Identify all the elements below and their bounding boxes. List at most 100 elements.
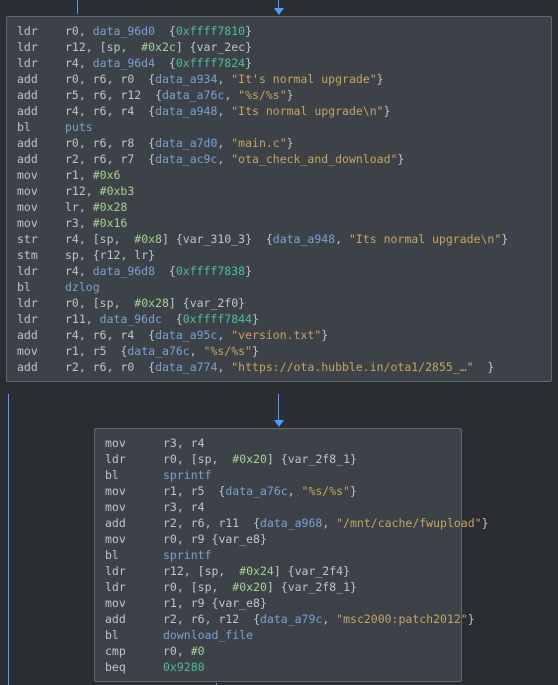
disasm-line[interactable]: blputs	[17, 119, 541, 135]
op-addr[interactable]: 0xffff7844	[183, 312, 252, 326]
op-str: "version.txt"	[231, 328, 321, 342]
disasm-line[interactable]: addr4, r6, r4 {data_a948, "Its normal up…	[17, 103, 541, 119]
op-reg: r4	[65, 328, 79, 342]
op-data[interactable]: data_a76c	[127, 344, 189, 358]
disasm-block-1[interactable]: ldrr0, data_96d0 {0xffff7810}ldrr12, [sp…	[6, 16, 552, 382]
op-data[interactable]: data_96d0	[93, 24, 155, 38]
disasm-line[interactable]: addr2, r6, r11 {data_a968, "/mnt/cache/f…	[105, 515, 451, 531]
op-call[interactable]: dzlog	[65, 280, 100, 294]
op-data[interactable]: data_a95c	[155, 328, 217, 342]
disasm-line[interactable]: movr3, r4	[105, 435, 451, 451]
disasm-line[interactable]: addr0, r6, r8 {data_a7d0, "main.c"}	[17, 135, 541, 151]
disasm-line[interactable]: strr4, [sp, #0x8] {var_310_3} {data_a948…	[17, 231, 541, 247]
disasm-line[interactable]: movr12, #0xb3	[17, 183, 541, 199]
disasm-line[interactable]: addr2, r6, r0 {data_a774, "https://ota.h…	[17, 359, 541, 375]
op-punc: }	[245, 40, 252, 54]
op-punc: ,	[107, 88, 121, 102]
op-var[interactable]: var_2f0	[190, 296, 238, 310]
op-data[interactable]: data_a774	[155, 360, 217, 374]
disasm-line[interactable]: movr1, r5 {data_a76c, "%s/%s"}	[105, 483, 451, 499]
disasm-line[interactable]: movr0, r9 {var_e8}	[105, 531, 451, 547]
op-addr[interactable]: 0x9280	[163, 660, 205, 674]
op-punc: }	[238, 296, 245, 310]
disasm-line[interactable]: blsprintf	[105, 467, 451, 483]
op-data[interactable]: data_a79c	[260, 612, 322, 626]
op-punc: ,	[212, 580, 233, 594]
disasm-line[interactable]: addr2, r6, r7 {data_ac9c, "ota_check_and…	[17, 151, 541, 167]
disasm-line[interactable]: blsprintf	[105, 547, 451, 563]
disasm-line[interactable]: bldzlog	[17, 279, 541, 295]
op-addr[interactable]: 0xffff7824	[176, 56, 245, 70]
op-data[interactable]: data_a7d0	[155, 136, 217, 150]
op-var[interactable]: var_e8	[218, 532, 260, 546]
disasm-line[interactable]: addr5, r6, r12 {data_a76c, "%s/%s"}	[17, 87, 541, 103]
op-punc: ,	[79, 136, 93, 150]
op-call[interactable]: sprintf	[163, 468, 211, 482]
op-punc: {	[239, 612, 260, 626]
op-var[interactable]: var_2ec	[197, 40, 245, 54]
disasm-line[interactable]: cmpr0, #0	[105, 643, 451, 659]
disasm-line[interactable]: movlr, #0x28	[17, 199, 541, 215]
op-call[interactable]: download_file	[163, 628, 253, 642]
op-var[interactable]: var_e8	[218, 596, 260, 610]
op-punc: ,	[120, 248, 134, 262]
flow-edge	[77, 0, 78, 14]
disasm-line[interactable]: ldrr12, [sp, #0x2c] {var_2ec}	[17, 39, 541, 55]
op-data[interactable]: data_ac9c	[155, 152, 217, 166]
disasm-line[interactable]: ldrr0, data_96d0 {0xffff7810}	[17, 23, 541, 39]
op-str: "main.c"	[231, 136, 286, 150]
disasm-line[interactable]: movr3, #0x16	[17, 215, 541, 231]
mnemonic: mov	[105, 531, 163, 547]
disasm-block-2[interactable]: movr3, r4ldrr0, [sp, #0x20] {var_2f8_1}b…	[94, 428, 462, 682]
op-punc: ,	[217, 152, 231, 166]
op-call[interactable]: puts	[65, 120, 93, 134]
op-data[interactable]: data_96dc	[100, 312, 162, 326]
disasm-line[interactable]: ldrr4, data_96d4 {0xffff7824}	[17, 55, 541, 71]
op-addr[interactable]: 0xffff7810	[176, 24, 245, 38]
disasm-line[interactable]: beq0x9280	[105, 659, 451, 675]
op-reg: r12	[100, 248, 121, 262]
op-var[interactable]: var_2f8_1	[288, 580, 350, 594]
disasm-line[interactable]: ldrr4, data_96d8 {0xffff7838}	[17, 263, 541, 279]
disasm-line[interactable]: ldrr0, [sp, #0x20] {var_2f8_1}	[105, 451, 451, 467]
disasm-line[interactable]: ldrr0, [sp, #0x20] {var_2f8_1}	[105, 579, 451, 595]
op-data[interactable]: data_a76c	[225, 484, 287, 498]
disasm-line[interactable]: addr0, r6, r0 {data_a934, "It's normal u…	[17, 71, 541, 87]
op-punc: ,	[218, 564, 239, 578]
disasm-line[interactable]: stmsp, {r12, lr}	[17, 247, 541, 263]
op-reg: r5	[191, 484, 205, 498]
disasm-line[interactable]: addr4, r6, r4 {data_a95c, "version.txt"}	[17, 327, 541, 343]
mnemonic: ldr	[105, 451, 163, 467]
disasm-line[interactable]: movr1, r9 {var_e8}	[105, 595, 451, 611]
disasm-line[interactable]: ldrr12, [sp, #0x24] {var_2f4}	[105, 563, 451, 579]
op-punc: ,	[79, 72, 93, 86]
disasm-line[interactable]: addr2, r6, r12 {data_a79c, "msc2000:patc…	[105, 611, 451, 627]
op-punc: , [	[184, 564, 205, 578]
op-num: #0x20	[232, 580, 267, 594]
op-data[interactable]: data_a948	[273, 232, 335, 246]
disasm-line[interactable]: movr1, r5 {data_a76c, "%s/%s"}	[17, 343, 541, 359]
disasm-line[interactable]: ldrr11, data_96dc {0xffff7844}	[17, 311, 541, 327]
op-data[interactable]: data_a76c	[162, 88, 224, 102]
op-reg: r0	[163, 644, 177, 658]
op-addr[interactable]: 0xffff7838	[176, 264, 245, 278]
disasm-line[interactable]: movr1, #0x6	[17, 167, 541, 183]
op-var[interactable]: var_310_3	[183, 232, 245, 246]
op-data[interactable]: data_a968	[260, 516, 322, 530]
op-str: "Its normal upgrade\n"	[349, 232, 501, 246]
op-punc: }	[321, 328, 328, 342]
op-var[interactable]: var_2f4	[295, 564, 343, 578]
op-var[interactable]: var_2f8_1	[288, 452, 350, 466]
disasm-line[interactable]: bldownload_file	[105, 627, 451, 643]
mnemonic: beq	[105, 659, 163, 675]
op-data[interactable]: data_96d4	[93, 56, 155, 70]
op-punc: }	[260, 596, 267, 610]
disasm-line[interactable]: movr3, r4	[105, 499, 451, 515]
op-data[interactable]: data_96d8	[93, 264, 155, 278]
op-data[interactable]: data_a948	[155, 104, 217, 118]
op-reg: r2	[163, 516, 177, 530]
op-punc: ,	[120, 40, 141, 54]
op-call[interactable]: sprintf	[163, 548, 211, 562]
op-data[interactable]: data_a934	[155, 72, 217, 86]
disasm-line[interactable]: ldrr0, [sp, #0x28] {var_2f0}	[17, 295, 541, 311]
